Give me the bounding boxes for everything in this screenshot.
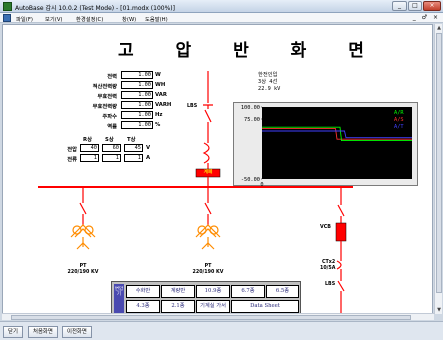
lbs-top-blade <box>204 109 212 123</box>
disconnect-switch <box>79 202 87 215</box>
previous-screen-button[interactable]: 이전화면 <box>62 326 92 338</box>
y-tick-label: -50.00 <box>241 177 260 183</box>
data-table-cell[interactable]: 6.7종 <box>231 285 265 298</box>
data-table-cell[interactable]: 2.1종 <box>161 300 195 313</box>
menu-bar: 파일(F) 보기(V) 환경설정(C) 창(W) 도움말(H) _ ♂ × <box>0 13 443 23</box>
disconnect-switch <box>337 204 345 217</box>
horizontal-scroll-thumb[interactable] <box>11 315 411 320</box>
pt-transformer-icon <box>70 224 96 250</box>
ct-coil-icon <box>336 260 342 270</box>
y-tick-label: 75.00 <box>244 117 260 123</box>
menu-window[interactable]: 창(W) <box>122 15 136 23</box>
lbs-top-symbol <box>203 104 213 109</box>
close-button[interactable]: × <box>423 1 441 11</box>
lbs-right-blade <box>337 280 345 292</box>
data-table-side-label: 변압기 <box>114 284 124 314</box>
window-title: AutoBase 감시 10.0.2 (Test Mode) - [01.mod… <box>15 5 175 12</box>
trend-chart: 100.00 75.00 -50.00 0 A/R A/S A/T <box>233 102 418 187</box>
maximize-button[interactable]: □ <box>408 1 422 11</box>
pt-left-rating: 220/190 KV <box>67 270 99 275</box>
data-table-cell[interactable]: 4.3종 <box>126 300 160 313</box>
ct-coil-icon <box>202 142 210 164</box>
data-table-cell[interactable]: 6.5종 <box>266 285 299 298</box>
trend-chart-plot: 100.00 75.00 -50.000 A/RA/SA/T <box>241 105 412 187</box>
pt-center-rating: 220/190 KV <box>192 270 224 275</box>
disconnect-switch <box>204 202 212 215</box>
close-screen-button[interactable]: 닫기 <box>3 326 23 338</box>
vertical-scrollbar[interactable]: ▲ ▼ <box>434 24 442 314</box>
horizontal-scrollbar[interactable] <box>2 313 434 320</box>
pt-transformer-icon <box>195 224 221 250</box>
menu-view[interactable]: 보기(V) <box>45 15 63 23</box>
lbs-right-label: LBS <box>325 282 336 287</box>
data-table: 변압기 수화반 계량반 10.9종 6.7종 6.5종 4.3종 2.1종 기계… <box>111 281 301 316</box>
document-icon[interactable] <box>3 14 11 22</box>
legend-entry: A/R <box>394 110 404 116</box>
status-bar: 닫기 처음화면 이전화면 <box>0 321 443 340</box>
data-table-cell[interactable]: 계량반 <box>161 285 195 298</box>
vcb-right-label: VCB <box>320 225 331 230</box>
data-table-cell[interactable]: 수화반 <box>126 285 160 298</box>
vcb-right-breaker[interactable] <box>335 222 347 242</box>
data-sheet-button[interactable]: Data Sheet <box>231 300 299 313</box>
menu-help[interactable]: 도움말(H) <box>145 15 168 23</box>
legend-entry: A/T <box>394 124 404 130</box>
menu-settings[interactable]: 환경설정(C) <box>76 15 103 23</box>
trend-plot-area <box>262 107 412 179</box>
minimize-button[interactable]: _ <box>392 1 407 11</box>
title-bar: AutoBase 감시 10.0.2 (Test Mode) - [01.mod… <box>0 0 443 13</box>
y-tick-label: 100.00 <box>241 105 260 111</box>
hmi-canvas: 고 압 반 화 면 전력 1.00 W 적산전력량 1.00 WH 무효전력 1… <box>2 24 433 320</box>
home-screen-button[interactable]: 처음화면 <box>28 326 58 338</box>
ct-right-rating: 10/5A <box>320 266 336 271</box>
vertical-scroll-thumb[interactable] <box>436 33 442 293</box>
x-tick-label: 0 <box>260 182 263 187</box>
lbs-top-label: LBS <box>187 104 198 109</box>
mdi-window-controls[interactable]: _ ♂ × <box>413 14 440 21</box>
menu-file[interactable]: 파일(F) <box>16 15 33 23</box>
data-table-cell[interactable]: 기계실 가서 <box>196 300 230 313</box>
app-icon <box>3 2 12 11</box>
scroll-down-icon[interactable]: ▼ <box>435 306 443 314</box>
vcb-breaker-label: 계폐 <box>203 170 213 175</box>
data-table-cell[interactable]: 10.9종 <box>196 285 230 298</box>
legend-entry: A/S <box>394 117 404 123</box>
scroll-up-icon[interactable]: ▲ <box>435 24 443 32</box>
